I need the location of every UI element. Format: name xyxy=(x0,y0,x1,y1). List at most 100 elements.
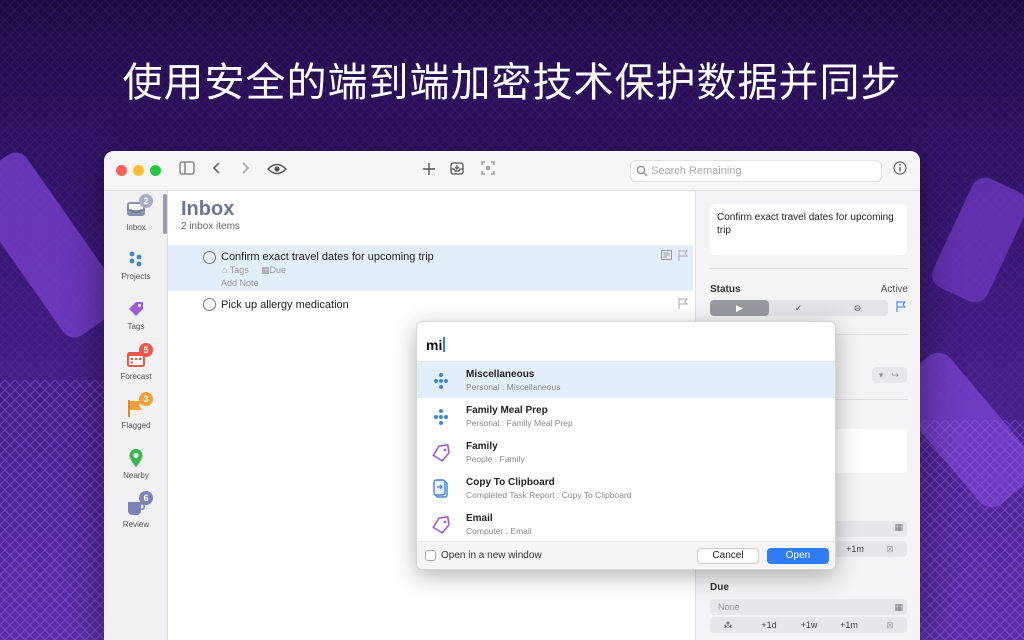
tag-icon xyxy=(431,515,451,535)
task-title[interactable]: Pick up allergy medication xyxy=(221,299,349,311)
result-path: Completed Task Report : Copy To Clipboar… xyxy=(466,490,632,500)
toolbar: Search Remaining xyxy=(104,151,920,191)
today-icon[interactable]: ⁂ xyxy=(720,617,736,633)
minimize-window-button[interactable] xyxy=(133,165,144,176)
flag-toggle-icon[interactable] xyxy=(896,299,907,317)
task-title[interactable]: Confirm exact travel dates for upcoming … xyxy=(221,251,434,263)
sidebar-item-tags[interactable]: Tags xyxy=(104,295,168,343)
zoom-window-button[interactable] xyxy=(150,165,161,176)
result-title: Email xyxy=(466,513,493,524)
calendar-icon: ▦ xyxy=(261,265,270,275)
project-icon xyxy=(431,371,451,391)
active-status-button[interactable]: ▶ xyxy=(710,300,769,316)
plus-one-month-button[interactable]: +1m xyxy=(840,541,870,557)
clipboard-icon xyxy=(431,479,451,499)
location-pin-icon xyxy=(126,448,146,468)
task-checkbox[interactable] xyxy=(203,298,216,311)
status-label: Status xyxy=(710,284,741,295)
result-row[interactable]: Family People : Family xyxy=(417,434,835,470)
due-quick-buttons: ⁂ +1d +1w +1m ⊠ xyxy=(710,617,907,633)
task-checkbox[interactable] xyxy=(203,251,216,264)
task-title-editor[interactable]: Confirm exact travel dates for upcoming … xyxy=(710,204,907,255)
forecast-badge: 5 xyxy=(139,343,153,357)
project-icon xyxy=(431,407,451,427)
dropped-status-button[interactable]: ⊖ xyxy=(828,300,887,316)
result-row[interactable]: Email Computer : Email xyxy=(417,506,835,542)
close-window-button[interactable] xyxy=(116,165,127,176)
plus-one-month-button[interactable]: +1m xyxy=(834,617,864,633)
completed-status-button[interactable]: ✓ xyxy=(769,300,828,316)
projects-icon xyxy=(126,249,146,269)
share-arrow-icon[interactable]: ↪ xyxy=(883,367,907,383)
inbox-tray-icon[interactable] xyxy=(447,161,467,181)
flag-icon[interactable] xyxy=(678,250,689,264)
result-title: Miscellaneous xyxy=(466,369,535,380)
inbox-badge: 2 xyxy=(139,194,153,208)
sidebar-item-label: Flagged xyxy=(121,421,151,430)
open-button[interactable]: Open xyxy=(767,548,829,564)
back-icon[interactable] xyxy=(207,161,227,181)
clear-icon[interactable]: ⊠ xyxy=(882,617,898,633)
result-row[interactable]: Family Meal Prep Personal : Family Meal … xyxy=(417,398,835,434)
flag-icon[interactable] xyxy=(678,298,689,312)
search-input[interactable]: Search Remaining xyxy=(630,160,882,182)
sidebar-item-forecast[interactable]: 5 Forecast xyxy=(104,343,168,393)
sidebar: 2 Inbox Projects Tags 5 Forecast 3 Flagg… xyxy=(104,191,168,640)
sidebar-item-label: Nearby xyxy=(123,471,149,480)
sidebar-item-label: Review xyxy=(122,520,150,529)
tag-icon: ⌂ xyxy=(222,265,230,275)
task-row[interactable]: Confirm exact travel dates for upcoming … xyxy=(168,245,693,291)
result-title: Family xyxy=(466,441,498,452)
tags-field[interactable]: ⌂ Tags xyxy=(222,265,249,275)
popup-search-input[interactable]: mi xyxy=(417,322,835,362)
move-to-popup: mi Miscellaneous Personal : Miscellaneou… xyxy=(416,321,836,570)
sidebar-toggle-icon[interactable] xyxy=(177,161,197,181)
due-label: Due xyxy=(710,582,729,593)
popup-footer: Open in a new window Cancel Open xyxy=(417,541,835,569)
eye-icon[interactable] xyxy=(265,161,289,181)
result-title: Copy To Clipboard xyxy=(466,477,555,488)
task-row[interactable]: Pick up allergy medication xyxy=(168,293,693,317)
clear-icon[interactable]: ⊠ xyxy=(882,541,898,557)
due-field[interactable]: ▦Due xyxy=(261,265,286,276)
sidebar-item-inbox[interactable]: 2 Inbox xyxy=(104,194,168,244)
new-window-checkbox[interactable] xyxy=(425,550,436,561)
sidebar-item-projects[interactable]: Projects xyxy=(104,245,168,293)
search-icon xyxy=(636,161,648,184)
focus-icon[interactable] xyxy=(478,161,498,181)
add-note-field[interactable]: Add Note xyxy=(221,278,259,288)
plus-one-day-button[interactable]: +1d xyxy=(754,617,784,633)
due-date-field[interactable]: None ▦ xyxy=(710,599,907,615)
tag-icon xyxy=(126,299,146,319)
sidebar-item-label: Projects xyxy=(121,272,151,281)
calendar-icon: ▦ xyxy=(894,602,903,612)
result-row[interactable]: Copy To Clipboard Completed Task Report … xyxy=(417,470,835,506)
promo-headline: 使用安全的端到端加密技术保护数据并同步 xyxy=(122,60,902,106)
calendar-icon: ▦ xyxy=(894,522,903,532)
sidebar-item-label: Inbox xyxy=(126,223,146,232)
cancel-button[interactable]: Cancel xyxy=(697,548,759,564)
page-subtitle: 2 inbox items xyxy=(181,221,240,232)
sidebar-item-nearby[interactable]: Nearby xyxy=(104,444,168,492)
new-window-label[interactable]: Open in a new window xyxy=(441,550,542,561)
text-caret xyxy=(443,337,445,352)
sidebar-item-label: Tags xyxy=(127,322,145,331)
status-segmented-control: ▶ ✓ ⊖ xyxy=(710,300,888,316)
info-icon[interactable] xyxy=(890,161,910,181)
result-path: People : Family xyxy=(466,454,525,464)
sidebar-item-flagged[interactable]: 3 Flagged xyxy=(104,392,168,442)
popup-query: mi xyxy=(426,337,443,353)
forward-icon[interactable] xyxy=(235,161,255,181)
result-title: Family Meal Prep xyxy=(466,405,548,416)
result-path: Personal : Miscellaneous xyxy=(466,382,561,392)
add-icon[interactable] xyxy=(419,161,439,181)
result-path: Computer : Email xyxy=(466,526,532,536)
result-row[interactable]: Miscellaneous Personal : Miscellaneous xyxy=(417,362,835,398)
result-path: Personal : Family Meal Prep xyxy=(466,418,573,428)
flagged-badge: 3 xyxy=(139,392,153,406)
note-icon[interactable] xyxy=(661,250,672,263)
review-badge: 6 xyxy=(139,491,153,505)
sidebar-item-review[interactable]: 6 Review xyxy=(104,491,168,541)
page-title: Inbox xyxy=(181,198,235,220)
plus-one-week-button[interactable]: +1w xyxy=(794,617,824,633)
